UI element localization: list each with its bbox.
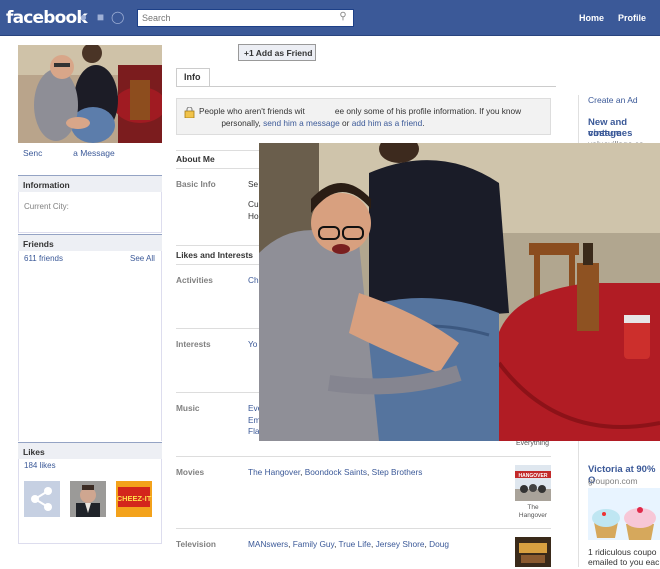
cheez-it-logo[interactable]: CHEEZ-IT [116,481,152,517]
svg-text:HANGOVER: HANGOVER [519,473,548,479]
lock-icon [184,107,195,118]
basic-info-home-fragment: Ho [248,211,259,221]
photo-hover-preview[interactable] [259,143,660,441]
jewel-icons: ● ■ ◯ [77,11,125,24]
add-friend-icon: +1 [244,48,254,58]
movies-label: Movies [176,467,205,477]
movies-list: The Hangover, Boondock Saints, Step Brot… [248,467,423,477]
search-box: ⚲ [137,9,354,27]
music-label: Music [176,403,200,413]
music-thumb-caption: Everything [516,440,550,447]
basic-info-sex-fragment: Se [248,179,259,189]
messages-icon[interactable]: ■ [94,11,107,24]
activities-fragment[interactable]: Ch [248,275,259,285]
interests-fragment[interactable]: Yo [248,339,257,349]
likes-header[interactable]: Likes [18,442,162,459]
friend-requests-icon[interactable]: ● [77,11,90,24]
share-icon[interactable] [24,481,60,517]
section-rule [176,456,551,457]
friends-box: 611 friends See All [18,251,162,441]
tv-show-link[interactable]: Family Guy [293,539,334,549]
tv-show-link[interactable]: Jersey Shore [376,539,425,549]
basic-info-label: Basic Info [176,179,216,189]
information-header: Information [18,175,162,192]
ad-body-text: 1 ridiculous coupo [588,547,657,557]
tv-show-thumbnail[interactable] [515,537,551,567]
ad-body-text: emailed to you eac [588,557,660,567]
movie-thumb-caption: The Hangover [518,504,548,519]
movie-link[interactable]: The Hangover [248,467,300,477]
profile-name-redacted [171,39,233,67]
send-him-message-link[interactable]: send him a message [263,118,340,128]
movie-link[interactable]: Step Brothers [372,467,423,477]
top-nav: Home Profile [579,13,646,23]
svg-text:CHEEZ-IT: CHEEZ-IT [117,494,152,503]
tab-divider [176,86,556,87]
friends-header[interactable]: Friends [18,234,162,251]
add-him-friend-link[interactable]: add him as a friend [352,118,423,128]
add-as-friend-button[interactable]: +1 Add as Friend [238,44,316,61]
movie-link[interactable]: Boondock Saints [305,467,367,477]
profile-picture[interactable] [18,45,162,143]
information-box: Current City: [18,192,162,233]
ad-url: groupon.com [588,476,638,486]
search-input[interactable] [138,10,328,26]
ad-cupcake-image[interactable] [588,488,660,540]
nav-profile[interactable]: Profile [618,13,646,23]
television-list: MANswers, Family Guy, True Life, Jersey … [248,539,449,549]
nav-home[interactable]: Home [579,13,604,23]
ad-title[interactable]: costumes [588,128,632,139]
tab-info[interactable]: Info [176,68,210,86]
create-ad-link[interactable]: Create an Ad [588,95,638,105]
tv-show-link[interactable]: True Life [339,539,371,549]
likes-interests-heading: Likes and Interests [176,250,254,260]
activities-label: Activities [176,275,213,285]
section-rule [176,528,551,529]
man-in-suit-photo[interactable] [70,481,106,517]
search-icon[interactable]: ⚲ [335,11,351,25]
privacy-notice: People who aren't friends wit ee only som… [176,98,551,135]
likes-thumbnails: CHEEZ-IT [24,481,152,517]
about-me-heading: About Me [176,154,215,164]
see-all-friends-link[interactable]: See All [130,254,155,263]
television-label: Television [176,539,216,549]
likes-count-link[interactable]: 184 likes [24,461,56,470]
movie-poster-thumbnail[interactable]: HANGOVER [515,465,551,501]
facebook-logo[interactable]: facebook [6,8,88,28]
notifications-icon[interactable]: ◯ [111,11,124,24]
top-bar: facebook ● ■ ◯ ⚲ Home Profile [0,0,660,36]
current-city-label: Current City: [24,202,69,211]
send-message-link[interactable]: Senc a Message [23,148,115,158]
basic-info-current-fragment: Cu [248,199,259,209]
tv-show-link[interactable]: Doug [429,539,449,549]
music-fragment[interactable]: Fla [248,426,260,436]
friends-count-link[interactable]: 611 friends [24,254,63,263]
interests-label: Interests [176,339,211,349]
tv-show-link[interactable]: MANswers [248,539,288,549]
